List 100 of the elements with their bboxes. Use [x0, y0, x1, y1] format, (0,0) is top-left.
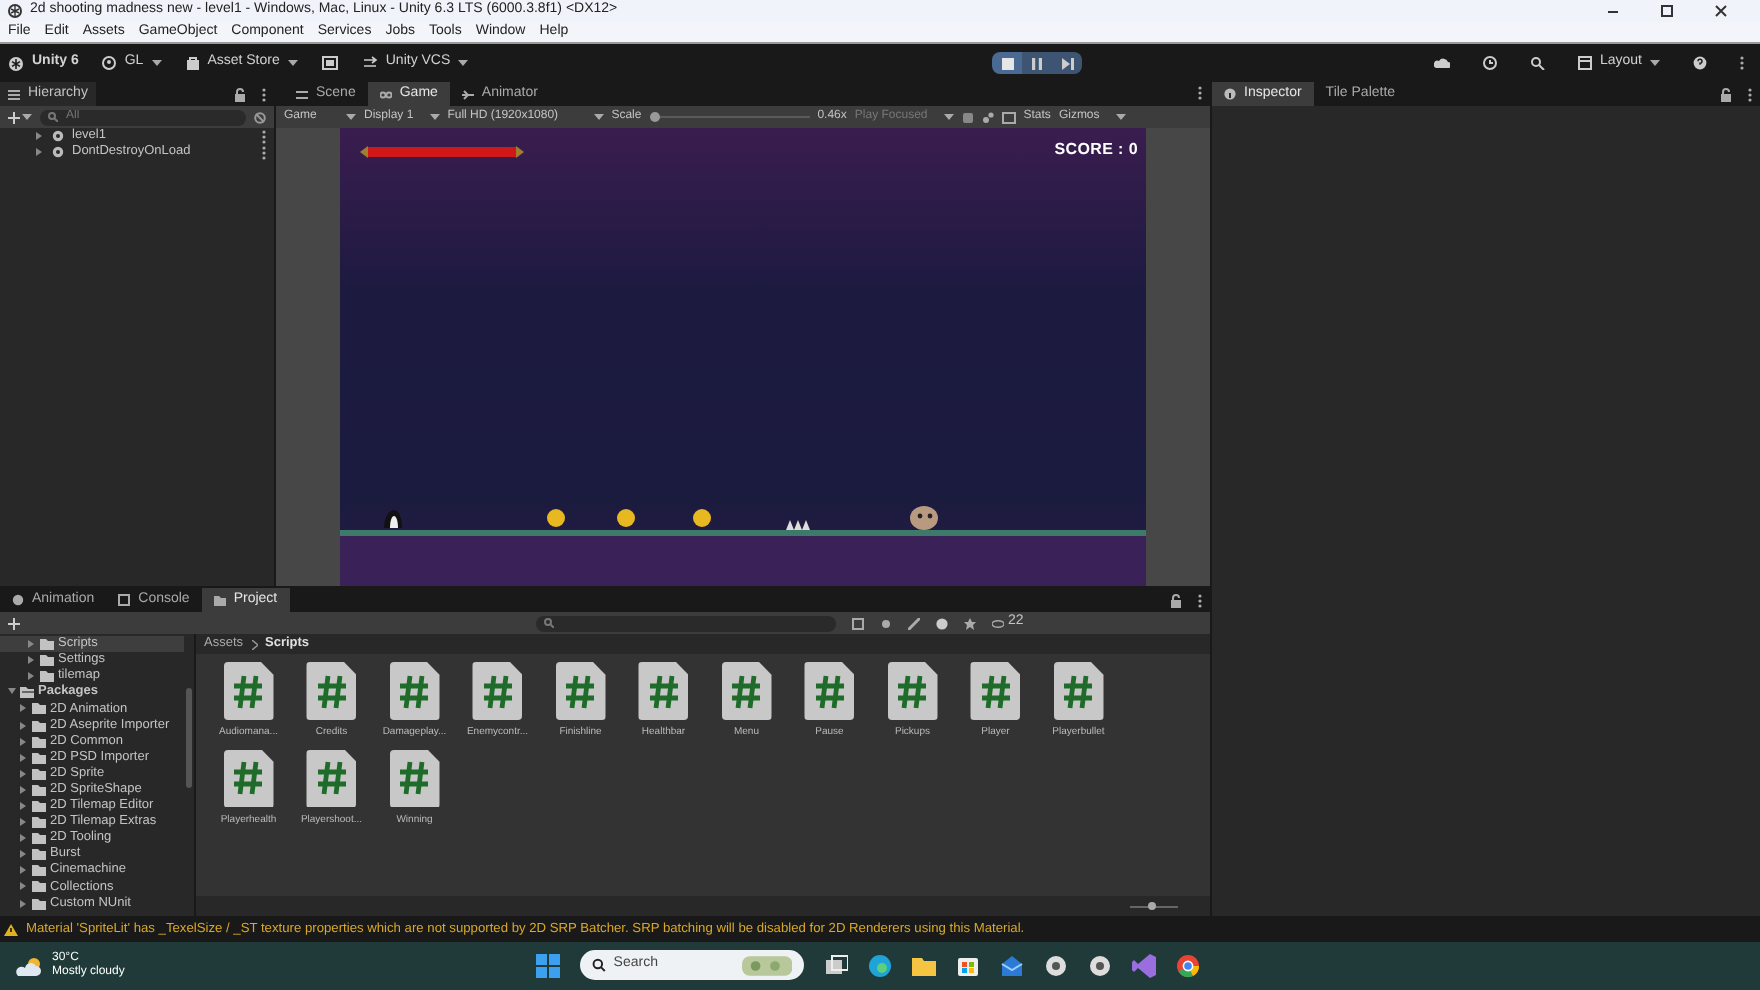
hash-icon: [315, 760, 348, 796]
shopping-bag-icon: [185, 56, 200, 70]
hash-icon: [481, 673, 514, 709]
hash-icon: [1062, 673, 1095, 709]
score-text: SCORE : 0: [1054, 138, 1138, 162]
visual-studio-icon: [1132, 953, 1156, 977]
hash-icon: [564, 673, 597, 709]
tab-icon: [12, 594, 24, 606]
visual-studio-button[interactable]: [1132, 953, 1156, 977]
pause-icon: [1032, 57, 1043, 69]
hash-icon: [232, 760, 265, 796]
scene-filter-icon: [254, 111, 266, 123]
tab-icon: [118, 594, 131, 606]
unity-logo-icon: [8, 4, 22, 18]
folder-button[interactable]: [912, 953, 936, 977]
step-icon: [1061, 57, 1074, 69]
caret-icon: [287, 60, 298, 66]
task-view-button[interactable]: [824, 953, 848, 977]
caret-icon: [1115, 114, 1126, 120]
plus-icon: [8, 111, 20, 123]
caret-icon: [593, 114, 604, 120]
play-button[interactable]: [992, 52, 1023, 74]
caret-icon: [151, 60, 162, 66]
star-button[interactable]: [964, 617, 976, 629]
search-icon: [1529, 56, 1546, 70]
help-icon: [1692, 56, 1708, 70]
maximize-icon: [1660, 4, 1674, 18]
scrollbar-thumb[interactable]: [186, 688, 192, 788]
cloud-icon: [1433, 56, 1450, 70]
landscape-drawing: [741, 955, 792, 975]
unity-editor-button[interactable]: [1088, 953, 1112, 977]
icon-size-slider[interactable]: [1130, 902, 1178, 910]
hash-icon: [647, 673, 680, 709]
caret-icon: [943, 114, 954, 120]
layout-icon: [1577, 56, 1592, 70]
hash-icon: [398, 760, 431, 796]
hash-icon: [896, 673, 929, 709]
hash-icon: [730, 673, 763, 709]
lock-icon: [234, 87, 246, 101]
info-icon: [1224, 88, 1236, 100]
mail-icon: [1000, 953, 1024, 977]
add-button[interactable]: [8, 617, 20, 629]
browser-button[interactable]: [868, 953, 892, 977]
nodes-icon: [981, 111, 994, 123]
task-view-icon: [824, 953, 848, 977]
dot-icon: [880, 617, 892, 629]
store-button[interactable]: [956, 953, 980, 977]
tab-icon: [461, 89, 474, 99]
help-button[interactable]: [1692, 56, 1708, 70]
mute-button[interactable]: [961, 111, 974, 123]
caret-icon: [458, 60, 469, 66]
slider-thumb[interactable]: [1148, 902, 1156, 910]
tab-icon: [379, 89, 392, 99]
package-button[interactable]: [321, 56, 338, 70]
speaker-icon: [961, 111, 974, 123]
display-toggle-button[interactable]: [1001, 111, 1016, 123]
start-button[interactable]: [536, 953, 560, 977]
chevron-right-icon: [251, 639, 258, 649]
caret-icon: [346, 114, 356, 120]
search-icon: [544, 618, 554, 628]
history-icon: [1481, 56, 1498, 70]
plus-icon: [8, 617, 20, 629]
chrome-icon: [1176, 953, 1200, 977]
unity-logo-icon: [8, 55, 24, 71]
packages-toggle-button[interactable]: [936, 617, 948, 629]
folder-icon: [912, 953, 936, 977]
add-button[interactable]: [8, 111, 32, 123]
lock-icon: [1170, 594, 1182, 608]
hash-icon: [315, 673, 348, 709]
user-icon: [102, 56, 117, 70]
tab-icon: [213, 594, 226, 606]
caret-icon: [429, 114, 440, 120]
hash-icon: [232, 673, 265, 709]
search-button[interactable]: [1529, 56, 1546, 70]
chrome-button[interactable]: [1176, 953, 1200, 977]
unity-hub-button[interactable]: [1044, 953, 1068, 977]
gizmo-toggle-button[interactable]: [981, 111, 994, 123]
browser-icon: [868, 953, 892, 977]
step-button[interactable]: [1052, 52, 1083, 74]
scale-slider[interactable]: [649, 112, 810, 122]
store-icon: [956, 953, 980, 977]
hash-icon: [398, 673, 431, 709]
search-icon: [592, 958, 606, 972]
tab-icon: [296, 89, 308, 99]
eye-icon: [992, 619, 1004, 627]
pause-button[interactable]: [1022, 52, 1053, 74]
search-field[interactable]: [536, 615, 836, 631]
history-button[interactable]: [1481, 56, 1498, 70]
screen-icon: [1001, 111, 1016, 123]
hash-icon: [813, 673, 846, 709]
list-icon: [8, 89, 20, 99]
mail-button[interactable]: [1000, 953, 1024, 977]
search-by-type-button[interactable]: [852, 617, 864, 629]
stop-icon: [1001, 57, 1014, 69]
search-icon: [48, 112, 58, 122]
label-filter-button[interactable]: [880, 617, 892, 629]
cloud-button[interactable]: [1433, 56, 1450, 70]
hash-icon: [979, 673, 1012, 709]
cloud-sun-icon: [16, 955, 44, 977]
star-icon: [964, 617, 976, 629]
